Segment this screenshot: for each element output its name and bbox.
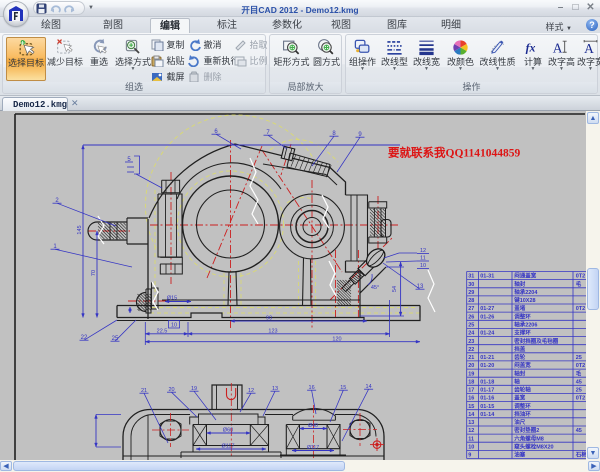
svg-text:调整环: 调整环 (514, 312, 531, 320)
svg-text:01-14: 01-14 (480, 412, 495, 418)
svg-text:25: 25 (576, 355, 582, 361)
svg-text:01-21: 01-21 (480, 355, 494, 361)
svg-text:支撑环: 支撑环 (513, 329, 531, 337)
svg-text:10: 10 (171, 323, 177, 329)
svg-text:轴封: 轴封 (514, 280, 526, 288)
svg-text:齿轮: 齿轮 (514, 353, 526, 361)
svg-text:45: 45 (576, 428, 582, 434)
svg-text:Ø15: Ø15 (167, 296, 177, 302)
svg-text:01-15: 01-15 (480, 404, 494, 410)
svg-text:01-31: 01-31 (480, 274, 494, 280)
svg-text:145: 145 (77, 225, 83, 234)
svg-text:Ø117: Ø117 (221, 444, 234, 450)
svg-text:26: 26 (468, 314, 474, 320)
svg-text:A: A (584, 41, 594, 56)
svg-text:0T2: 0T2 (576, 274, 585, 280)
svg-text:轴承2204: 轴承2204 (514, 288, 538, 296)
svg-text:28: 28 (468, 298, 474, 304)
svg-text:Ø40: Ø40 (308, 423, 318, 429)
svg-text:18: 18 (468, 379, 474, 385)
svg-text:盖宽: 盖宽 (514, 394, 526, 402)
svg-text:窥头螺栓M8X20: 窥头螺栓M8X20 (514, 443, 553, 451)
svg-text:11: 11 (468, 436, 474, 442)
svg-text:六角螺母M8: 六角螺母M8 (514, 434, 544, 442)
svg-text:25: 25 (468, 323, 474, 329)
svg-text:Ø60: Ø60 (223, 428, 233, 434)
svg-text:15: 15 (468, 404, 474, 410)
svg-text:10: 10 (468, 445, 474, 451)
svg-text:23: 23 (468, 339, 474, 345)
svg-text:挡油环: 挡油环 (514, 410, 531, 418)
svg-text:22: 22 (468, 347, 474, 353)
svg-text:闷通盖宽: 闷通盖宽 (514, 272, 537, 280)
svg-text:45°: 45° (371, 285, 379, 291)
svg-text:密封垫圈2: 密封垫圈2 (514, 426, 539, 434)
svg-text:31: 31 (468, 274, 474, 280)
svg-text:123: 123 (268, 328, 277, 334)
svg-text:轴: 轴 (514, 377, 520, 385)
svg-text:54: 54 (392, 286, 398, 292)
svg-text:21: 21 (468, 355, 474, 361)
svg-text:A: A (553, 40, 563, 55)
svg-text:01-24: 01-24 (480, 331, 495, 337)
svg-text:01-18: 01-18 (480, 379, 494, 385)
svg-text:20: 20 (468, 363, 474, 369)
svg-text:25: 25 (576, 388, 582, 394)
svg-text:01-26: 01-26 (480, 314, 494, 320)
svg-text:29: 29 (468, 290, 474, 296)
svg-text:13: 13 (468, 420, 474, 426)
svg-text:01-17: 01-17 (480, 388, 494, 394)
svg-text:fx: fx (525, 40, 535, 54)
svg-text:轴承2206: 轴承2206 (514, 321, 537, 329)
svg-text:01-27: 01-27 (480, 306, 494, 312)
svg-text:12: 12 (468, 428, 474, 434)
svg-text:17: 17 (468, 388, 474, 394)
svg-text:油尺: 油尺 (514, 418, 526, 426)
svg-text:9: 9 (468, 453, 471, 459)
svg-text:油塞: 油塞 (514, 451, 526, 459)
svg-text:轴封: 轴封 (514, 369, 526, 377)
svg-text:0T2: 0T2 (576, 363, 585, 369)
svg-text:01-16: 01-16 (480, 396, 494, 402)
svg-text:45: 45 (576, 379, 582, 385)
svg-text:24: 24 (468, 331, 475, 337)
svg-text:27: 27 (468, 306, 474, 312)
svg-text:盖堵: 盖堵 (514, 304, 526, 312)
svg-text:0T2: 0T2 (576, 306, 585, 312)
svg-text:0T2: 0T2 (576, 396, 585, 402)
svg-text:22.5: 22.5 (157, 328, 168, 334)
svg-text:16: 16 (468, 396, 474, 402)
svg-text:01-20: 01-20 (480, 363, 494, 369)
svg-text:调整环: 调整环 (514, 402, 531, 410)
svg-text:齿轮轴: 齿轮轴 (514, 386, 531, 394)
svg-text:挡盖: 挡盖 (514, 345, 526, 353)
svg-text:19: 19 (468, 371, 474, 377)
svg-text:14: 14 (468, 412, 475, 418)
svg-text:要就联系我QQ1141044859: 要就联系我QQ1141044859 (388, 146, 521, 160)
svg-text:Ø117: Ø117 (307, 445, 319, 451)
svg-text:毛: 毛 (576, 369, 582, 377)
svg-text:30: 30 (468, 282, 474, 288)
svg-text:密封挡圈及毛毡圈: 密封挡圈及毛毡圈 (514, 337, 559, 345)
svg-text:键10X28: 键10X28 (513, 296, 535, 304)
svg-text:90: 90 (266, 316, 272, 322)
svg-text:毛: 毛 (576, 280, 582, 288)
svg-text:70: 70 (91, 270, 97, 276)
svg-text:120: 120 (332, 336, 341, 342)
svg-text:闷盖宽: 闷盖宽 (514, 361, 531, 369)
